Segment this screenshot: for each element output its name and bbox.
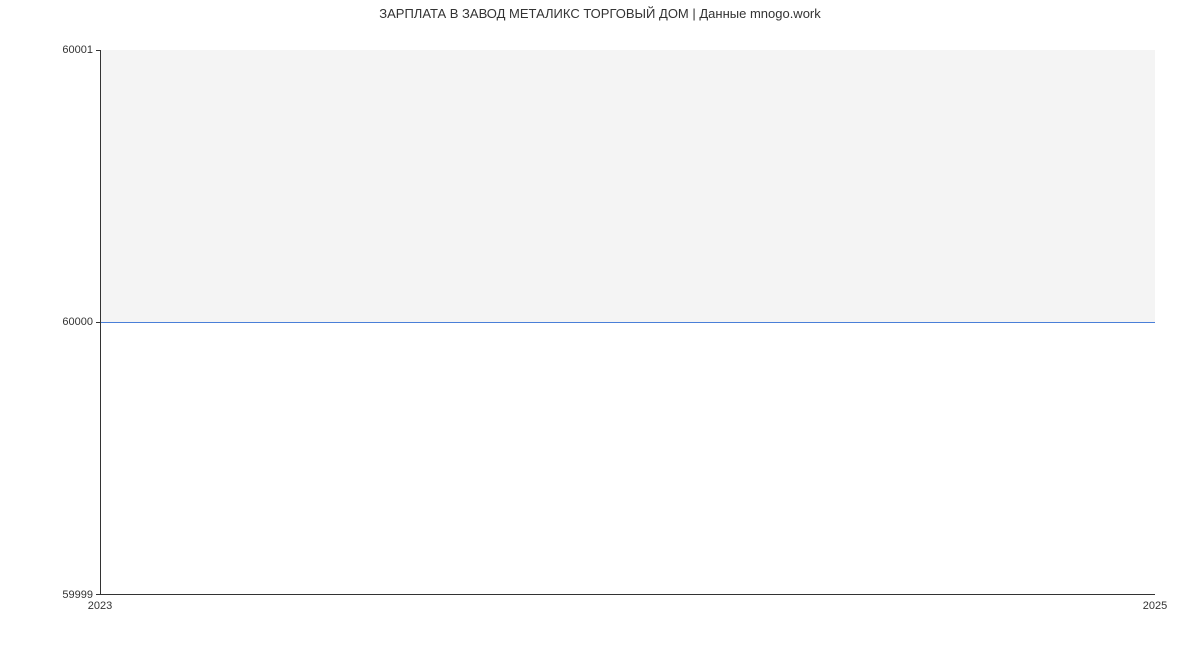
x-tick-label: 2023 [88,600,112,612]
y-tick-label: 60001 [33,44,93,56]
chart-container: ЗАРПЛАТА В ЗАВОД МЕТАЛИКС ТОРГОВЫЙ ДОМ |… [0,0,1200,650]
y-tick-label: 59999 [33,589,93,601]
chart-title: ЗАРПЛАТА В ЗАВОД МЕТАЛИКС ТОРГОВЫЙ ДОМ |… [0,6,1200,21]
x-tick-label: 2025 [1143,600,1167,612]
area-fill [101,50,1155,322]
y-tick-mark [96,594,101,595]
y-tick-label: 60000 [33,316,93,328]
plot-area [100,50,1155,595]
data-line [101,322,1155,323]
